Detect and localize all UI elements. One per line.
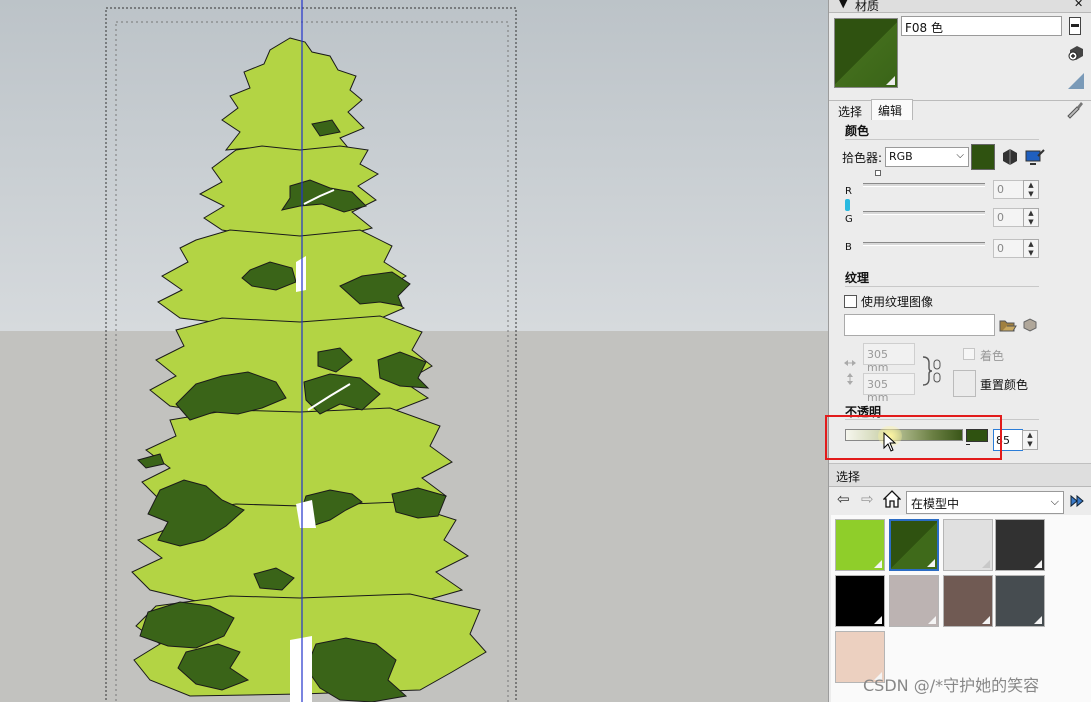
back-arrow-icon[interactable]: ⇦ xyxy=(837,490,850,508)
b-slider[interactable] xyxy=(863,242,985,246)
match-model-color-icon[interactable] xyxy=(1001,148,1019,166)
r-value-field[interactable]: 0 xyxy=(993,180,1025,199)
colorize-checkbox[interactable] xyxy=(963,348,975,360)
material-name-field[interactable]: F08 色 xyxy=(901,16,1062,36)
swatch-charcoal[interactable] xyxy=(995,519,1045,571)
b-label: B xyxy=(845,242,852,253)
reset-color-label[interactable]: 重置颜色 xyxy=(980,376,1028,393)
collection-value: 在模型中 xyxy=(911,497,960,511)
opacity-spinner[interactable]: ▲ ▼ xyxy=(1022,430,1038,450)
height-arrows-icon xyxy=(846,372,854,386)
swatch-black[interactable] xyxy=(835,575,885,627)
r-label: R xyxy=(845,186,852,197)
home-icon[interactable] xyxy=(882,490,902,508)
forward-arrow-icon[interactable]: ⇨ xyxy=(861,490,874,508)
display-secondary-pane-icon[interactable] xyxy=(1069,17,1081,35)
swatch-light-gray[interactable] xyxy=(943,519,993,571)
annotation-highlight-box xyxy=(825,415,1002,460)
color-picker-value: RGB xyxy=(889,150,913,163)
slider-thumb-top[interactable] xyxy=(875,170,881,176)
color-picker-label: 拾色器: xyxy=(842,151,883,165)
create-material-icon[interactable] xyxy=(1067,44,1085,62)
tree-model[interactable] xyxy=(0,0,828,702)
texture-path-field[interactable] xyxy=(844,314,995,336)
collapse-triangle-icon[interactable]: ▼ xyxy=(839,0,847,10)
reset-color-swatch[interactable] xyxy=(953,370,976,397)
current-color-swatch[interactable] xyxy=(971,144,995,170)
collection-select[interactable]: 在模型中 ⌵ xyxy=(906,491,1064,514)
watermark-text: CSDN @/*守护她的笑容 xyxy=(863,676,1040,695)
g-slider[interactable] xyxy=(863,211,985,215)
tab-edit-label: 编辑 xyxy=(878,104,903,118)
use-texture-checkbox[interactable] xyxy=(844,295,857,308)
edit-texture-icon[interactable] xyxy=(1022,317,1038,333)
browse-folder-icon[interactable] xyxy=(999,317,1017,333)
swatch-slate[interactable] xyxy=(995,575,1045,627)
chevron-down-icon: ⌵ xyxy=(956,150,964,161)
swatch-brown[interactable] xyxy=(943,575,993,627)
r-spinner[interactable]: ▲ ▼ xyxy=(1023,180,1039,199)
color-picker-select[interactable]: RGB ⌵ xyxy=(885,147,969,167)
b-spinner[interactable]: ▲ ▼ xyxy=(1023,239,1039,258)
material-preview-swatch[interactable] xyxy=(834,18,898,88)
texture-height-field[interactable]: 305 mm xyxy=(863,373,915,404)
details-arrow-icon[interactable] xyxy=(1069,492,1085,510)
r-slider[interactable] xyxy=(863,183,985,187)
chevron-down-icon: ⌵ xyxy=(1050,495,1059,508)
r-indicator xyxy=(845,199,850,211)
b-value-field[interactable]: 0 xyxy=(993,239,1025,258)
colorize-label: 着色 xyxy=(980,349,1005,363)
model-viewport[interactable] xyxy=(0,0,828,702)
match-screen-color-icon[interactable] xyxy=(1025,148,1045,166)
g-label: G xyxy=(845,214,853,225)
close-icon[interactable]: ✕ xyxy=(1074,0,1083,10)
materials-title: 材质 xyxy=(855,0,880,13)
width-arrows-icon xyxy=(843,356,857,366)
swatch-dark-green-selected[interactable] xyxy=(889,519,939,571)
select-section-header: 选择 xyxy=(829,463,1091,487)
use-texture-label: 使用纹理图像 xyxy=(861,295,934,309)
aspect-lock-icon[interactable] xyxy=(921,355,943,387)
tree-foliage xyxy=(131,37,487,702)
default-material-icon[interactable] xyxy=(1067,68,1085,90)
texture-width-field[interactable]: 305 mm xyxy=(863,343,915,374)
materials-panel: ▼ 材质 ✕ F08 色 选择 编辑 颜色 拾色器: RGB ⌵ R 0 ▲ ▼ … xyxy=(825,0,1091,702)
materials-header[interactable]: ▼ 材质 ✕ xyxy=(829,0,1091,13)
tab-select-label: 选择 xyxy=(838,105,863,119)
texture-section-title: 纹理 xyxy=(845,271,870,285)
tab-edit[interactable]: 编辑 xyxy=(871,99,913,120)
swatch-corner-icon xyxy=(886,76,895,85)
swatch-warm-gray[interactable] xyxy=(889,575,939,627)
select-section-title: 选择 xyxy=(836,470,861,484)
color-section-title: 颜色 xyxy=(845,124,870,138)
g-value-field[interactable]: 0 xyxy=(993,208,1025,227)
eyedropper-icon[interactable] xyxy=(1065,99,1085,119)
g-spinner[interactable]: ▲ ▼ xyxy=(1023,208,1039,227)
tab-select[interactable]: 选择 xyxy=(833,101,871,120)
swatch-light-green[interactable] xyxy=(835,519,885,571)
